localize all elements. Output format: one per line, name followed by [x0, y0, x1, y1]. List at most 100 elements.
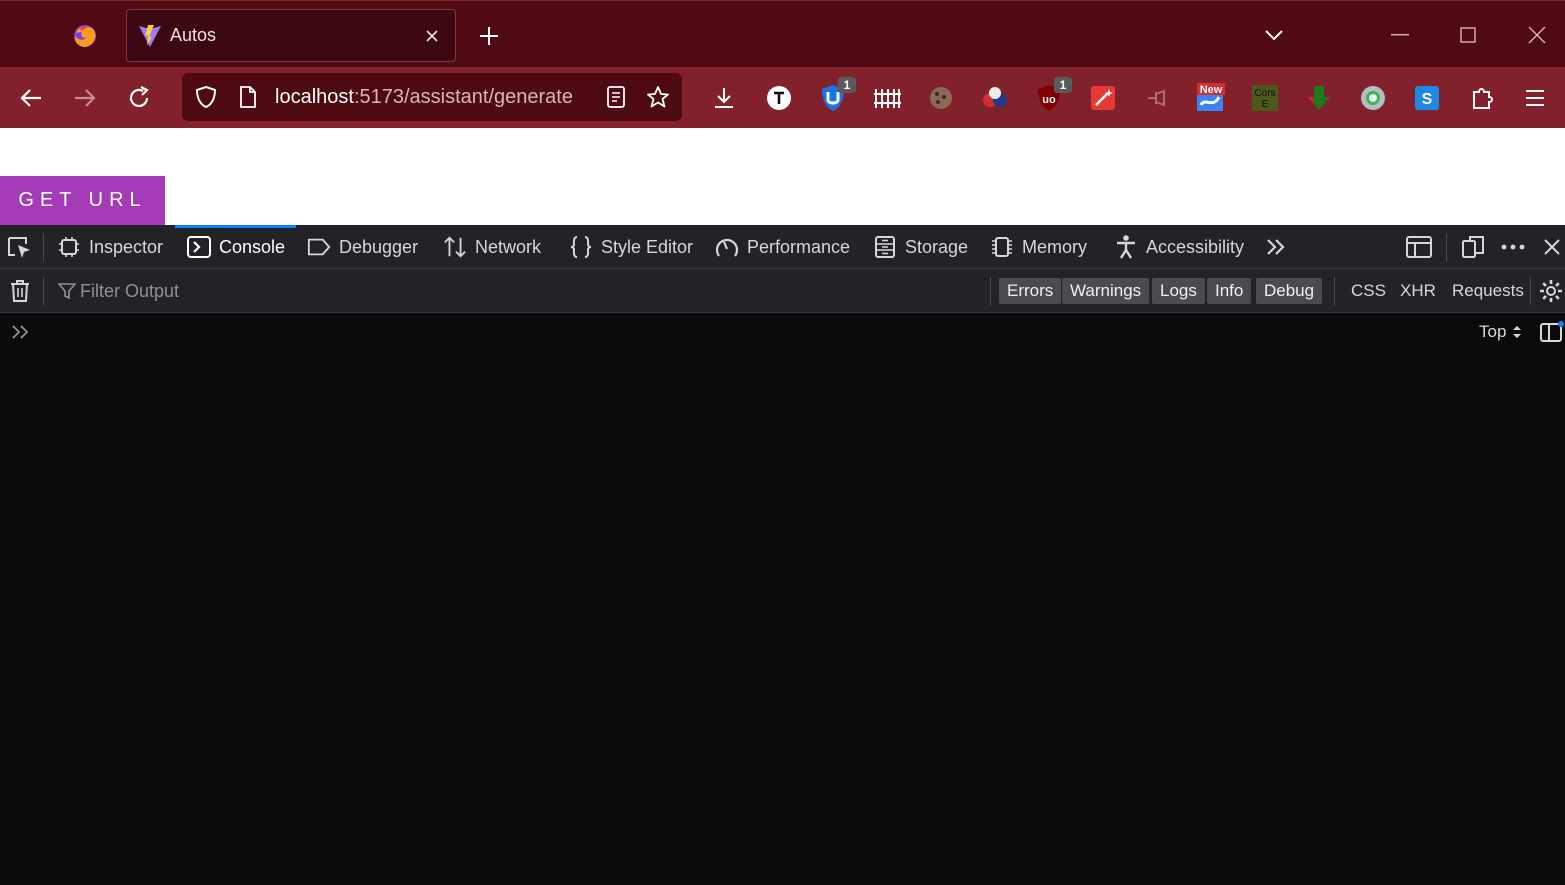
svg-text:S: S — [1422, 91, 1433, 108]
new-tab-plus-icon[interactable] — [474, 21, 504, 51]
filter-xhr-button[interactable]: XHR — [1400, 278, 1436, 304]
tab-inspector[interactable]: Inspector — [57, 225, 163, 269]
storage-icon — [873, 235, 897, 259]
tab-title: Autos — [170, 25, 217, 45]
tab-console[interactable]: Console — [175, 225, 296, 269]
responsive-design-icon[interactable] — [1458, 234, 1488, 260]
extensions-puzzle-icon[interactable] — [1465, 81, 1499, 115]
reload-icon[interactable] — [121, 80, 157, 116]
tab-label: Accessibility — [1146, 236, 1245, 257]
download-arrow-extension-icon[interactable] — [1302, 81, 1336, 115]
tab-label: Inspector — [89, 236, 164, 257]
console-sidebar-toggle-icon[interactable] — [1539, 320, 1565, 344]
tab-strip: Autos — [0, 0, 1565, 67]
devtools-options-ellipsis-icon[interactable] — [1498, 234, 1528, 260]
element-picker-icon[interactable] — [4, 234, 34, 260]
console-filter-bar: Errors Warnings Logs Info Debug CSS XHR … — [0, 269, 1565, 313]
console-output[interactable]: Top — [0, 313, 1565, 885]
tab-performance[interactable]: Performance — [715, 225, 850, 269]
list-all-tabs-chevron-icon[interactable] — [1258, 19, 1290, 51]
reader-view-icon[interactable] — [604, 85, 628, 109]
cookie-extension-icon[interactable] — [924, 81, 958, 115]
page-info-icon[interactable] — [236, 85, 260, 109]
extension-badge: 1 — [838, 77, 856, 93]
filter-logs-button[interactable]: Logs — [1152, 278, 1205, 304]
address-bar[interactable]: localhost:5173/assistant/generate — [182, 73, 682, 121]
page-viewport: GET URL — [0, 128, 1565, 225]
tab-style-editor[interactable]: Style Editor — [569, 225, 693, 269]
balls-extension-icon[interactable] — [978, 81, 1012, 115]
app-menu-hamburger-icon[interactable] — [1518, 81, 1552, 115]
filter-errors-button[interactable]: Errors — [999, 278, 1062, 304]
tab-label: Storage — [905, 236, 969, 257]
tab-label: Debugger — [339, 236, 419, 257]
tab-storage[interactable]: Storage — [873, 225, 968, 269]
vite-favicon-icon — [137, 23, 163, 49]
firefox-logo-icon[interactable] — [70, 21, 100, 51]
ublock-extension-icon[interactable]: uo 1 — [1032, 77, 1072, 115]
extension-badge: 1 — [1054, 77, 1072, 93]
pin-extension-icon[interactable] — [1140, 81, 1174, 115]
svg-text:uo: uo — [1042, 94, 1056, 106]
cors-extension-icon[interactable]: Cors E — [1248, 81, 1282, 115]
filter-info-button[interactable]: Info — [1207, 278, 1252, 304]
filter-warnings-button[interactable]: Warnings — [1062, 278, 1150, 304]
magic-wand-extension-icon[interactable] — [1086, 81, 1120, 115]
get-url-button[interactable]: GET URL — [0, 176, 165, 225]
minimize-window-icon[interactable] — [1380, 15, 1420, 55]
close-window-icon[interactable] — [1517, 15, 1557, 55]
tab-network[interactable]: Network — [443, 225, 541, 269]
filter-separator — [990, 277, 991, 305]
url-text[interactable]: localhost:5173/assistant/generate — [275, 86, 573, 109]
debugger-icon — [307, 235, 331, 259]
evaluation-context-selector[interactable]: Top — [1479, 322, 1522, 342]
context-label: Top — [1479, 322, 1507, 341]
fence-extension-icon[interactable] — [870, 81, 904, 115]
console-input-prompt-chevrons-icon[interactable] — [10, 321, 32, 343]
maximize-window-icon[interactable] — [1448, 15, 1488, 55]
filter-debug-button[interactable]: Debug — [1256, 278, 1323, 304]
memory-icon — [990, 235, 1014, 259]
tracking-protection-shield-icon[interactable] — [194, 85, 218, 109]
filter-css-button[interactable]: CSS — [1351, 278, 1386, 304]
filter-separator — [1530, 277, 1531, 305]
style-editor-icon — [569, 235, 593, 259]
navigation-toolbar: localhost:5173/assistant/generate 1 uo 1… — [0, 67, 1565, 128]
tab-label: Style Editor — [601, 236, 694, 257]
tab-close-icon[interactable] — [419, 23, 445, 49]
up-down-arrows-icon — [1513, 326, 1522, 338]
t-extension-icon[interactable] — [762, 81, 796, 115]
tab-label: Console — [219, 236, 286, 257]
shield-u-extension-icon[interactable]: 1 — [816, 77, 856, 115]
svg-text:New: New — [1200, 84, 1223, 96]
svg-text:E: E — [1262, 99, 1269, 110]
url-path: :5173/assistant/generate — [353, 86, 573, 108]
tab-accessibility[interactable]: Accessibility — [1114, 225, 1244, 269]
forward-arrow-icon[interactable] — [67, 80, 103, 116]
clear-console-trash-icon[interactable] — [8, 279, 32, 303]
performance-icon — [715, 235, 739, 259]
browser-tab[interactable]: Autos — [126, 9, 456, 62]
console-settings-gear-icon[interactable] — [1538, 278, 1564, 304]
tab-debugger[interactable]: Debugger — [307, 225, 418, 269]
toolbar-separator — [43, 233, 44, 261]
close-devtools-icon[interactable] — [1537, 234, 1565, 260]
accessibility-icon — [1114, 235, 1138, 259]
console-icon — [187, 235, 211, 259]
circle-extension-icon[interactable] — [1356, 81, 1390, 115]
filter-output-input[interactable] — [52, 275, 982, 307]
back-arrow-icon[interactable] — [13, 80, 49, 116]
s-extension-icon[interactable]: S — [1410, 81, 1444, 115]
toolbar-separator — [1446, 233, 1447, 261]
dock-layout-icon[interactable] — [1404, 234, 1434, 260]
tab-memory[interactable]: Memory — [990, 225, 1087, 269]
network-icon — [443, 235, 467, 259]
new-extension-icon[interactable]: New — [1194, 81, 1228, 115]
bookmark-star-icon[interactable] — [646, 85, 670, 109]
downloads-icon[interactable] — [707, 81, 741, 115]
more-tools-chevrons-icon[interactable] — [1261, 234, 1291, 260]
svg-text:Cors: Cors — [1254, 88, 1275, 99]
filter-separator — [1334, 277, 1335, 305]
url-host: localhost — [275, 86, 354, 108]
filter-requests-button[interactable]: Requests — [1452, 278, 1524, 304]
